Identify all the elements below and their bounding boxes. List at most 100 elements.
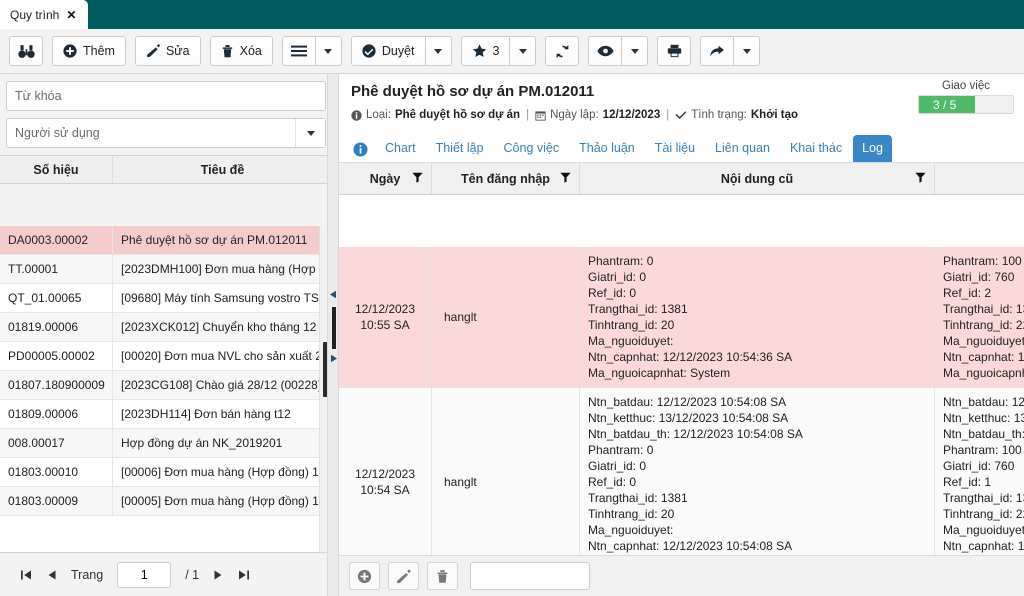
list-item-code: 01803.00009 <box>0 487 113 515</box>
user-select[interactable] <box>6 118 326 148</box>
share-button[interactable] <box>700 36 735 66</box>
filter-icon[interactable] <box>915 172 926 183</box>
column-header-noi-dung-cu[interactable]: Nội dung cũ <box>580 163 935 194</box>
delete-record-button[interactable] <box>427 562 458 590</box>
list-item[interactable]: 01803.00010 [00006] Đơn mua hàng (Hợp đồn… <box>0 458 332 487</box>
prev-page-icon[interactable] <box>46 569 57 581</box>
tab-tài-liệu[interactable]: Tài liệu <box>646 135 704 162</box>
info-icon <box>351 109 362 121</box>
cell-ten-dang-nhap: hanglt <box>432 388 580 555</box>
document-meta: Loại: Phê duyệt hồ sơ dự án | Ngày lập: … <box>351 109 1012 121</box>
list-item[interactable]: 01803.00009 [00005] Đơn mua hàng (Hợp đồn… <box>0 487 332 516</box>
app-tab-quy-trinh[interactable]: Quy trình ✕ <box>0 0 88 29</box>
meta-type-label: Loại: <box>366 109 391 121</box>
list-item[interactable]: 01807.180900009 [2023CG108] Chào giá 28/1… <box>0 371 332 400</box>
column-header-ten-dang-nhap[interactable]: Tên đăng nhập <box>432 163 580 194</box>
status-badge: Khởi tạo <box>750 109 799 121</box>
list-item[interactable]: PD00005.00002 [00020] Đơn mua NVL cho sản… <box>0 342 332 371</box>
page-title: Phê duyệt hồ sơ dự án PM.012011 <box>351 83 595 100</box>
list-item[interactable]: DA0003.00002 Phê duyệt hồ sơ dự án PM.012… <box>0 226 332 255</box>
list-item[interactable]: 008.00017 Hợp đồng dự án NK_2019201 <box>0 429 332 458</box>
last-page-icon[interactable] <box>238 569 250 581</box>
meta-separator: | <box>666 109 670 121</box>
close-icon[interactable]: ✕ <box>66 9 76 21</box>
cell-noi-dung-cu: Ntn_batdau: 12/12/2023 10:54:08 SA Ntn_k… <box>580 388 935 555</box>
column-header-noi-dung-moi[interactable] <box>935 163 1024 194</box>
chevron-down-icon <box>518 48 527 54</box>
list-item-code: 01819.00006 <box>0 313 113 341</box>
add-button[interactable]: Thêm <box>52 36 126 66</box>
progress-bar-text: 3 / 5 <box>933 97 957 112</box>
add-record-button[interactable] <box>349 562 380 590</box>
splitter-grip[interactable] <box>332 307 336 349</box>
favorite-button[interactable]: 3 <box>460 36 511 66</box>
info-icon[interactable] <box>347 138 374 162</box>
tab-liên-quan[interactable]: Liên quan <box>706 135 779 162</box>
search-input[interactable] <box>6 81 326 111</box>
edit-button[interactable]: Sửa <box>134 36 201 66</box>
list-item-title: [00006] Đơn mua hàng (Hợp đồng) 19/10 (0 <box>121 465 332 479</box>
filter-icon[interactable] <box>412 172 423 183</box>
column-header-tieu-de[interactable]: Tiêu đề <box>113 156 332 183</box>
edit-record-button[interactable] <box>388 562 419 590</box>
tab-thảo-luận[interactable]: Thảo luận <box>570 135 644 162</box>
first-page-icon[interactable] <box>20 569 32 581</box>
tab-công-việc[interactable]: Công việc <box>495 135 569 162</box>
list-item[interactable]: 01809.00006 [2023DH114] Đơn bán hàng t12 <box>0 400 332 429</box>
approve-button[interactable]: Duyệt <box>350 36 426 66</box>
document-header: Phê duyệt hồ sơ dự án PM.012011 Loại: Ph… <box>339 74 1024 121</box>
approve-dropdown-button[interactable] <box>425 36 452 66</box>
giao-viec-label: Giao việc <box>942 80 990 92</box>
menu-button[interactable] <box>281 36 316 66</box>
list-item[interactable]: 01819.00006 [2023XCK012] Chuyển kho tháng… <box>0 313 332 342</box>
progress-bar: 3 / 5 <box>918 95 1014 114</box>
panel-splitter[interactable] <box>327 74 339 596</box>
filter-icon[interactable] <box>560 172 571 183</box>
favorite-dropdown-button[interactable] <box>510 36 537 66</box>
chevron-down-icon <box>742 48 751 54</box>
trash-icon <box>436 569 449 584</box>
refresh-button[interactable] <box>545 36 580 66</box>
trash-icon <box>221 44 234 58</box>
list-item-code: 008.00017 <box>0 429 113 457</box>
record-filter-input[interactable] <box>470 562 590 590</box>
tab-thiết-lập[interactable]: Thiết lập <box>427 135 493 162</box>
table-row[interactable]: 12/12/2023 10:54 SA hanglt Ntn_batdau: 12/… <box>339 388 1024 555</box>
meta-status-label: Tình trạng: <box>691 109 747 121</box>
view-button-group <box>588 36 649 66</box>
delete-button-label: Xóa <box>239 44 262 58</box>
view-dropdown-button[interactable] <box>622 36 649 66</box>
pagination-label: Trang <box>71 567 104 582</box>
table-row[interactable]: 12/12/2023 10:55 SA hanglt Phantram: 0 Gia… <box>339 247 1024 388</box>
menu-button-group <box>281 36 342 66</box>
list-item-code: DA0003.00002 <box>0 226 113 254</box>
page-number-input[interactable] <box>117 561 172 588</box>
list-item[interactable]: TT.00001 [2023DMH100] Đơn mua hàng (Hợp đ… <box>0 255 332 284</box>
cell-ngay: 12/12/2023 10:54 SA <box>339 388 432 555</box>
tab-chart[interactable]: Chart <box>376 135 425 162</box>
tab-khai-thác[interactable]: Khai thác <box>781 135 851 162</box>
chevron-down-icon[interactable] <box>295 119 325 147</box>
binoculars-icon <box>17 44 35 59</box>
record-actions-bar <box>339 555 1024 596</box>
list-item[interactable]: QT_01.00065 [09680] Máy tính Samsung vost… <box>0 284 332 313</box>
menu-dropdown-button[interactable] <box>315 36 342 66</box>
check-icon <box>675 110 687 120</box>
column-header-so-hieu[interactable]: Số hiệu <box>0 156 113 183</box>
search-button[interactable] <box>9 36 43 66</box>
left-table-header: Số hiệu Tiêu đề <box>0 155 332 184</box>
user-select-input[interactable] <box>6 118 326 148</box>
tab-log[interactable]: Log <box>853 135 892 162</box>
expand-right-icon[interactable] <box>329 354 338 363</box>
delete-button[interactable]: Xóa <box>209 36 273 66</box>
list-item-title: [2023CG108] Chào giá 28/12 (00228) <box>121 378 322 392</box>
collapse-left-icon[interactable] <box>329 290 338 299</box>
cell-noi-dung-cu: Phantram: 0 Giatri_id: 0 Ref_id: 0 Trang… <box>580 247 935 387</box>
print-button[interactable] <box>657 36 692 66</box>
column-header-ngay[interactable]: Ngày <box>339 163 432 194</box>
cell-ngay: 12/12/2023 10:55 SA <box>339 247 432 387</box>
view-button[interactable] <box>588 36 623 66</box>
chevron-down-icon <box>324 48 333 54</box>
next-page-icon[interactable] <box>213 569 224 581</box>
share-dropdown-button[interactable] <box>734 36 761 66</box>
